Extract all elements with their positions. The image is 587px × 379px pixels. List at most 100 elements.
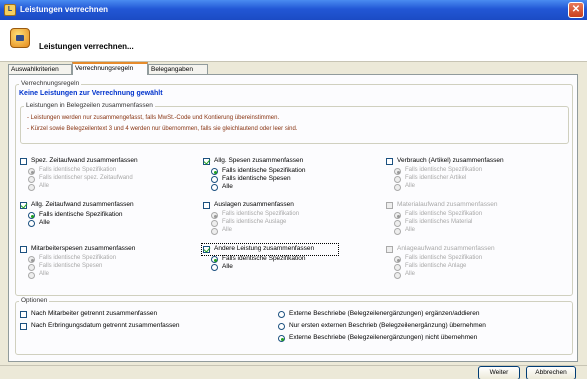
rule-option-label: Alle [405, 271, 416, 277]
rule-option-label: Falls identisches Material [405, 219, 473, 225]
rule-option-label: Alle [39, 271, 50, 277]
rule-option-label: Falls identische Spezifikation [222, 167, 306, 174]
verrechnungsregeln-group: Verrechnungsregeln Keine Leistungen zur … [15, 80, 573, 296]
belegzeilen-label: Leistungen in Belegzeilen zusammenfassen [24, 102, 155, 109]
option-label: Nach Erbringungsdatum getrennt zusammenf… [31, 322, 180, 329]
rule-option-label: Alle [39, 183, 50, 189]
rule-option-radio [28, 184, 35, 191]
rule-option-radio [211, 228, 218, 235]
rule-checkbox[interactable] [20, 246, 27, 253]
belegzeilen-group: Leistungen in Belegzeilen zusammenfassen… [20, 102, 569, 144]
rule-option-radio [211, 212, 218, 219]
tab-verrechnungsregeln[interactable]: Verrechnungsregeln [72, 62, 148, 75]
radio-label: Externe Beschriebe (Belegzeilenergänzung… [289, 334, 478, 341]
rule-option-radio[interactable] [28, 212, 35, 219]
rule-option-label: Falls identischer Artikel [405, 175, 467, 181]
rule-option-label: Falls identische Spesen [222, 175, 291, 182]
rule-option-label: Falls identische Spezifikation [39, 211, 123, 218]
rule-checkbox[interactable] [203, 202, 210, 209]
rule-option-radio [394, 228, 401, 235]
rule-option-radio [28, 264, 35, 271]
rule-option-label: Alle [405, 227, 416, 233]
title-bar[interactable]: L Leistungen verrechnen ✕ [0, 0, 587, 20]
rule-option-label: Falls identischer spez. Zeitaufwand [39, 175, 133, 181]
radio-label: Nur ersten externen Beschrieb (Belegzeil… [289, 322, 486, 329]
rule-label: Andere Leistung zusammenfassen [214, 245, 315, 252]
checkbox[interactable] [20, 323, 27, 330]
rule-option-label: Alle [222, 263, 233, 270]
rule-option-radio[interactable] [211, 256, 218, 263]
tab-belegangaben[interactable]: Belegangaben [148, 64, 208, 74]
tab-auswahlkriterien[interactable]: Auswahlkriterien [8, 64, 72, 74]
rule-label: Verbrauch (Artikel) zusammenfassen [397, 157, 504, 164]
rule-option-radio [394, 220, 401, 227]
rule-option-label: Falls identische Spezifikation [405, 167, 483, 173]
optionen-group: Optionen Nach Mitarbeiter getrennt zusam… [15, 297, 573, 355]
checkbox[interactable] [20, 311, 27, 318]
rule-checkbox[interactable] [203, 158, 210, 165]
rule-option-radio [394, 272, 401, 279]
window-title: Leistungen verrechnen [20, 5, 109, 14]
app-icon: L [4, 4, 16, 16]
rule-option-radio [394, 168, 401, 175]
rule-checkbox [386, 202, 393, 209]
rule-label: Spez. Zeitaufwand zusammenfassen [31, 157, 138, 164]
rule-option-label: Falls identische Spezifikation [222, 211, 300, 217]
rule-option-label: Falls identische Spezifikation [405, 255, 483, 261]
weiter-button[interactable]: Weiter [478, 366, 520, 379]
rule-checkbox [386, 246, 393, 253]
rule-checkbox[interactable] [20, 158, 27, 165]
rule-option-label: Alle [222, 227, 233, 233]
rule-option-radio [28, 272, 35, 279]
optionen-label: Optionen [19, 297, 50, 304]
rule-checkbox-row[interactable]: Andere Leistung zusammenfassen [201, 243, 339, 256]
radio[interactable] [278, 335, 285, 342]
rule-option-radio[interactable] [28, 220, 35, 227]
rule-option-radio[interactable] [211, 184, 218, 191]
radio-label: Externe Beschriebe (Belegzeilenergänzung… [289, 310, 480, 317]
rule-option-radio[interactable] [211, 168, 218, 175]
wizard-icon [10, 28, 30, 48]
rule-option-label: Falls identische Spesen [39, 263, 103, 269]
rule-option-radio[interactable] [211, 176, 218, 183]
tab-panel: Verrechnungsregeln Keine Leistungen zur … [8, 74, 578, 362]
rule-option-label: Alle [405, 183, 416, 189]
rule-label: Allg. Zeitaufwand zusammenfassen [31, 201, 134, 208]
rule-option-label: Falls identische Spezifikation [39, 255, 117, 261]
rule-option-label: Falls identische Auslage [222, 219, 287, 225]
rule-option-radio [394, 256, 401, 263]
rule-option-radio [28, 176, 35, 183]
rule-option-radio [394, 176, 401, 183]
rule-option-label: Falls identische Spezifikation [39, 167, 117, 173]
rule-option-radio [394, 264, 401, 271]
info-note: - Leistungen werden nur zusammengefasst,… [27, 115, 280, 121]
rule-option-label: Falls identische Spezifikation [405, 211, 483, 217]
rule-label: Mitarbeiterspesen zusammenfassen [31, 245, 136, 252]
rule-option-radio [394, 184, 401, 191]
rule-option-radio [28, 256, 35, 263]
rule-checkbox[interactable] [203, 246, 210, 253]
rule-option-radio[interactable] [211, 264, 218, 271]
rule-label: Auslagen zusammenfassen [214, 201, 294, 208]
rule-label: Allg. Spesen zusammenfassen [214, 157, 304, 164]
rule-option-label: Alle [39, 219, 50, 226]
rule-checkbox[interactable] [20, 202, 27, 209]
close-button[interactable]: ✕ [568, 2, 584, 18]
radio[interactable] [278, 311, 285, 318]
info-note: - Kürzel sowie Belegzeilentext 3 und 4 w… [27, 126, 298, 132]
no-services-warning: Keine Leistungen zur Verrechnung gewählt [19, 90, 163, 97]
abbrechen-button[interactable]: Abbrechen [526, 366, 576, 379]
rule-option-label: Falls identische Anlage [405, 263, 467, 269]
rule-option-radio [394, 212, 401, 219]
option-label: Nach Mitarbeiter getrennt zusammenfassen [31, 310, 158, 317]
rule-option-label: Falls identische Spezifikation [222, 255, 306, 262]
rule-option-label: Alle [222, 183, 233, 190]
rule-option-radio [211, 220, 218, 227]
radio[interactable] [278, 323, 285, 330]
rule-label: Materialaufwand zusammenfassen [397, 201, 498, 208]
dialog-title: Leistungen verrechnen... [39, 42, 134, 51]
verrechnungsregeln-label: Verrechnungsregeln [19, 80, 82, 87]
rule-label: Anlageaufwand zusammenfassen [397, 245, 495, 252]
rule-option-radio [28, 168, 35, 175]
rule-checkbox[interactable] [386, 158, 393, 165]
